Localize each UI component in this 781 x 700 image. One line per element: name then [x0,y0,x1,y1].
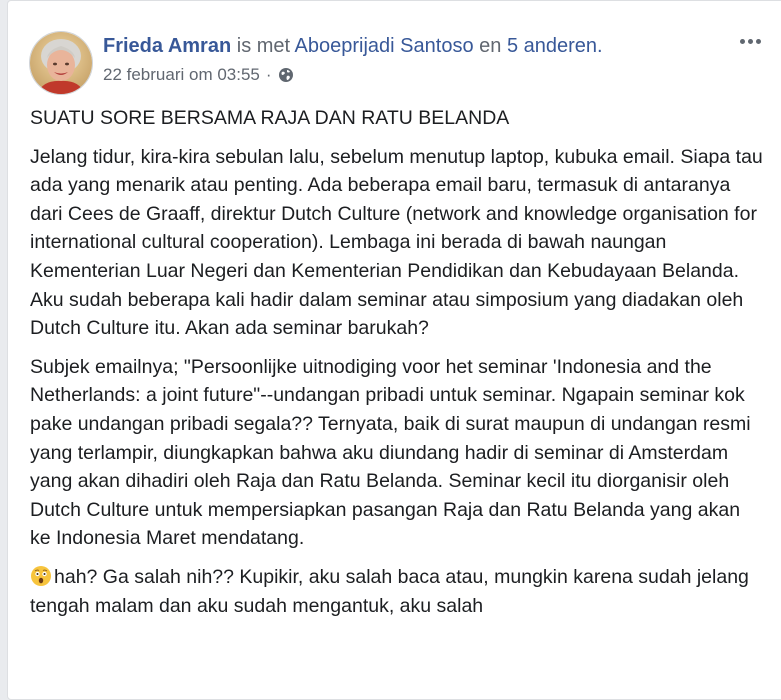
post-header: Frieda Amran is met Aboeprijadi Santoso … [103,34,603,58]
post-meta: 22 februari om 03:55 · [103,64,294,86]
more-options-icon[interactable] [734,31,766,51]
with-text: is met [236,35,291,57]
post-timestamp[interactable]: 22 februari om 03:55 [103,64,260,86]
globe-icon[interactable] [278,67,294,83]
post-paragraph: Jelang tidur, kira-kira sebulan lalu, se… [30,145,763,340]
astonished-face-emoji [30,565,52,587]
avatar-photo [30,32,92,94]
author-avatar[interactable] [29,31,93,95]
post-title: SUATU SORE BERSAMA RAJA DAN RATU BELANDA [30,107,510,129]
author-name-link[interactable]: Frieda Amran [103,35,231,57]
last-paragraph-text: hah? Ga salah nih?? Kupikir, aku salah b… [30,565,749,617]
post-paragraph: Subjek emailnya; "Persoonlijke uitnodigi… [30,355,751,550]
others-link[interactable]: 5 anderen. [507,35,603,57]
meta-separator: · [265,65,272,84]
post-paragraph-last: hah? Ga salah nih?? Kupikir, aku salah b… [30,563,765,620]
post-body: SUATU SORE BERSAMA RAJA DAN RATU BELANDA… [30,104,765,630]
tagged-person-link[interactable]: Aboeprijadi Santoso [295,35,474,57]
post-card: Frieda Amran is met Aboeprijadi Santoso … [7,0,781,700]
and-text: en [479,35,502,57]
